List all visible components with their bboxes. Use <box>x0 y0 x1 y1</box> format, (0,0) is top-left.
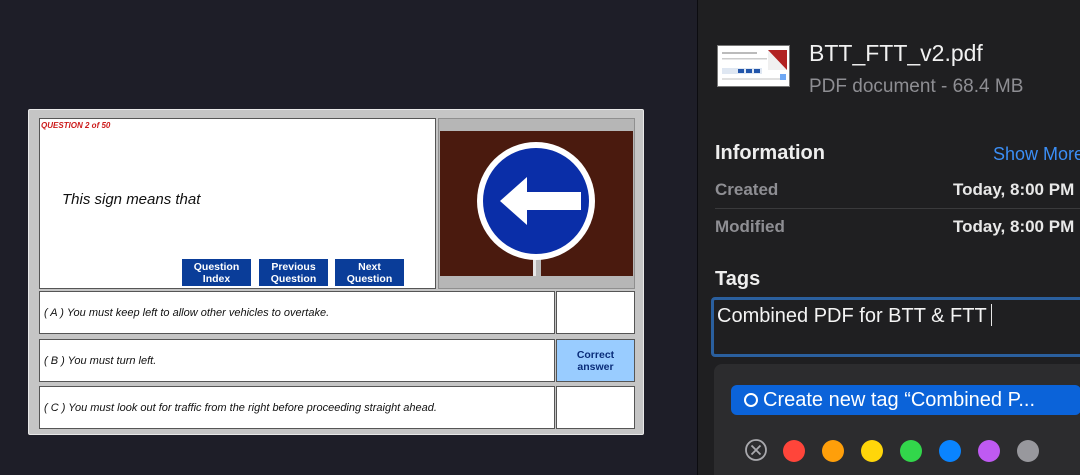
info-panel: BTT_FTT_v2.pdf PDF document - 68.4 MB In… <box>698 0 1080 475</box>
pdf-preview-pane: QUESTION 2 of 50 This sign means that Qu… <box>0 0 697 475</box>
tags-input-text: Combined PDF for BTT & FTT <box>717 305 987 327</box>
answer-mark-c <box>556 386 635 429</box>
create-new-tag-menu-item[interactable]: Create new tag “Combined P... <box>731 385 1080 415</box>
text-caret <box>990 304 993 326</box>
answer-mark-a <box>556 291 635 334</box>
answer-text-a: ( A ) You must keep left to allow other … <box>39 291 555 334</box>
question-index-button-label-line1: Question <box>193 261 240 273</box>
next-question-button-label-line1: Next <box>358 261 381 273</box>
tags-heading: Tags <box>715 268 761 290</box>
correct-answer-badge-line2: answer <box>577 360 614 373</box>
created-value: Today, 8:00 PM <box>953 180 1075 199</box>
answer-text-c: ( C ) You must look out for traffic from… <box>39 386 555 429</box>
question-index-button-label-line2: Index <box>202 273 231 285</box>
answer-row-b[interactable]: ( B ) You must turn left. Correct answer <box>39 339 635 382</box>
next-question-button-label-line2: Question <box>346 273 393 285</box>
answer-text-b: ( B ) You must turn left. <box>39 339 555 382</box>
next-question-button[interactable]: Next Question <box>335 259 404 286</box>
tags-input-value: Combined PDF for BTT & FTT <box>717 304 993 328</box>
modified-label: Modified <box>715 217 785 236</box>
question-number: QUESTION 2 of 50 <box>41 121 111 130</box>
clear-color-icon[interactable] <box>744 438 768 462</box>
modified-value: Today, 8:00 PM <box>953 217 1075 236</box>
question-box: QUESTION 2 of 50 This sign means that Qu… <box>39 118 436 289</box>
circle-icon <box>744 393 758 407</box>
sign-image-box <box>438 118 635 289</box>
tags-input[interactable]: Combined PDF for BTT & FTT <box>711 297 1080 357</box>
keep-left-arrow-sign-icon <box>440 131 633 276</box>
file-name: BTT_FTT_v2.pdf <box>809 40 983 66</box>
previous-question-button-label-line2: Question <box>270 273 317 285</box>
orange-tag-color-swatch[interactable] <box>822 440 844 462</box>
file-thumbnail <box>717 45 790 87</box>
blue-tag-color-swatch[interactable] <box>939 440 961 462</box>
answer-row-a[interactable]: ( A ) You must keep left to allow other … <box>39 291 635 334</box>
purple-tag-color-swatch[interactable] <box>978 440 1000 462</box>
previous-question-button-label-line1: Previous <box>271 261 316 273</box>
question-index-button[interactable]: Question Index <box>182 259 251 286</box>
red-tag-color-swatch[interactable] <box>783 440 805 462</box>
green-tag-color-swatch[interactable] <box>900 440 922 462</box>
pdf-page: QUESTION 2 of 50 This sign means that Qu… <box>28 109 644 435</box>
info-row-separator <box>715 208 1080 209</box>
question-text: This sign means that <box>62 191 201 208</box>
correct-answer-badge: Correct answer <box>556 339 635 382</box>
file-kind-size: PDF document - 68.4 MB <box>809 76 1024 97</box>
answer-row-c[interactable]: ( C ) You must look out for traffic from… <box>39 386 635 429</box>
gray-tag-color-swatch[interactable] <box>1017 440 1039 462</box>
yellow-tag-color-swatch[interactable] <box>861 440 883 462</box>
information-heading: Information <box>715 142 825 164</box>
tag-suggestion-dropdown: Create new tag “Combined P... <box>714 364 1080 475</box>
show-more-link[interactable]: Show More <box>993 144 1080 165</box>
previous-question-button[interactable]: Previous Question <box>259 259 328 286</box>
created-label: Created <box>715 180 779 199</box>
create-new-tag-label: Create new tag “Combined P... <box>763 388 1036 411</box>
correct-answer-badge-line1: Correct <box>576 348 615 361</box>
